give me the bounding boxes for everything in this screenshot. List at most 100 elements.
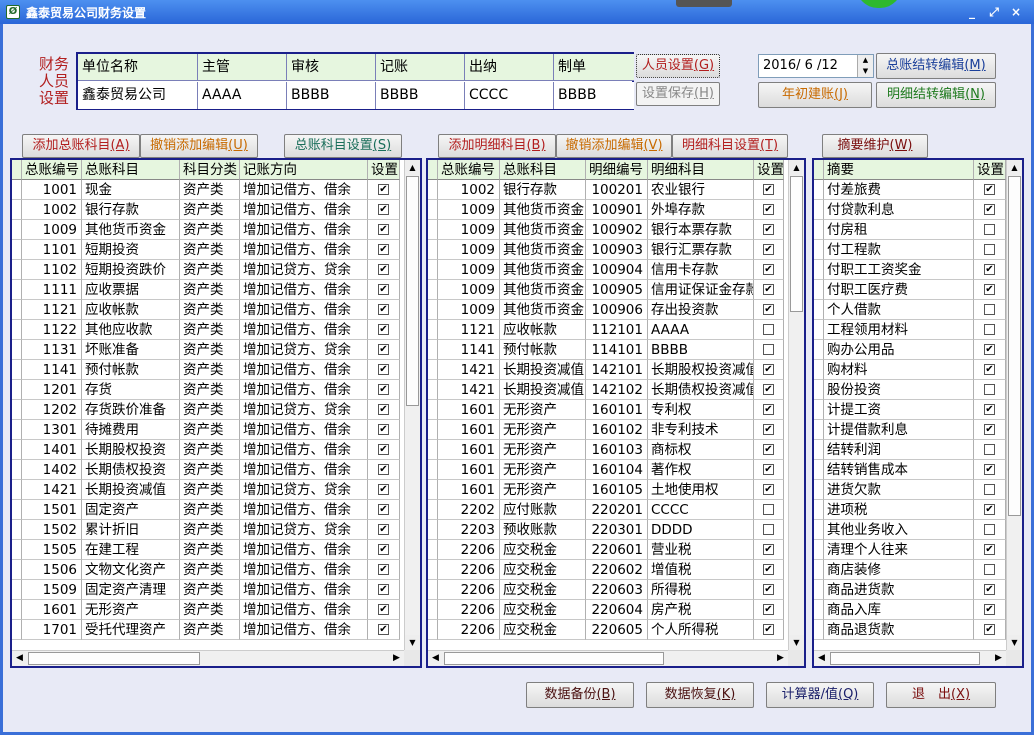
undo-detail-add-button[interactable]: 撤销添加编辑(V)	[556, 134, 672, 158]
detail-carry-edit-button[interactable]: 明细结转编辑(N)	[876, 82, 996, 108]
detail-row-selector[interactable]	[428, 500, 438, 520]
summary-text[interactable]: 计提工资	[824, 400, 974, 420]
summary-row-selector[interactable]	[814, 380, 824, 400]
checkbox[interactable]: ✔	[984, 183, 995, 195]
summary-row-selector[interactable]	[814, 620, 824, 640]
ledger-account[interactable]: 长期债权投资	[82, 460, 180, 480]
ledger-row-selector[interactable]	[12, 380, 22, 400]
detail-detail-account[interactable]: 长期股权投资减值	[648, 360, 754, 380]
summary-text[interactable]: 个人借款	[824, 300, 974, 320]
ledger-row-selector[interactable]	[12, 260, 22, 280]
checkbox[interactable]: ✔	[763, 583, 774, 595]
ledger-category[interactable]: 资产类	[180, 340, 240, 360]
detail-ledger-code[interactable]: 1601	[438, 480, 500, 500]
checkbox[interactable]: ✔	[378, 283, 389, 295]
ledger-category[interactable]: 资产类	[180, 540, 240, 560]
detail-row-selector[interactable]	[428, 480, 438, 500]
date-spinner[interactable]: ▲ ▼	[857, 55, 873, 77]
detail-ledger-account[interactable]: 其他货币资金	[500, 220, 586, 240]
ledger-category[interactable]: 资产类	[180, 320, 240, 340]
ledger-row[interactable]: 1122 其他应收款 资产类 增加记借方、借余 ✔	[12, 320, 420, 340]
ledger-setting-checkbox[interactable]: ✔	[368, 600, 400, 620]
ledger-row[interactable]: 1505 在建工程 资产类 增加记借方、借余 ✔	[12, 540, 420, 560]
ledger-row-selector[interactable]	[12, 200, 22, 220]
checkbox[interactable]: ✔	[378, 183, 389, 195]
ledger-setup-button[interactable]: 总账科目设置(S)	[284, 134, 402, 158]
summary-row-selector[interactable]	[814, 440, 824, 460]
ledger-setting-checkbox[interactable]: ✔	[368, 580, 400, 600]
checkbox[interactable]: ✔	[984, 503, 995, 515]
detail-detail-code[interactable]: 100904	[586, 260, 648, 280]
ledger-setting-checkbox[interactable]: ✔	[368, 180, 400, 200]
ledger-code[interactable]: 1502	[22, 520, 82, 540]
summary-row-selector[interactable]	[814, 560, 824, 580]
ledger-code[interactable]: 1101	[22, 240, 82, 260]
checkbox[interactable]: ✔	[763, 403, 774, 415]
ledger-setting-checkbox[interactable]: ✔	[368, 360, 400, 380]
detail-detail-account[interactable]: 商标权	[648, 440, 754, 460]
ledger-direction[interactable]: 增加记借方、借余	[240, 500, 368, 520]
add-ledger-account-button[interactable]: 添加总账科目(A)	[22, 134, 140, 158]
detail-detail-account[interactable]: 信用证保证金存款	[648, 280, 754, 300]
summary-row-selector[interactable]	[814, 200, 824, 220]
ledger-row[interactable]: 1201 存货 资产类 增加记借方、借余 ✔	[12, 380, 420, 400]
ledger-category[interactable]: 资产类	[180, 380, 240, 400]
detail-row[interactable]: 1601 无形资产 160103 商标权 ✔	[428, 440, 804, 460]
detail-row-selector[interactable]	[428, 580, 438, 600]
checkbox[interactable]: ✔	[984, 603, 995, 615]
scroll-down-arrow-icon[interactable]: ▼	[405, 635, 420, 650]
detail-row-selector[interactable]	[428, 260, 438, 280]
checkbox[interactable]: ✔	[984, 343, 995, 355]
summary-setting-checkbox[interactable]	[974, 520, 1006, 540]
summary-text[interactable]: 付工程款	[824, 240, 974, 260]
ledger-setting-checkbox[interactable]: ✔	[368, 320, 400, 340]
staff-value-bookkeeper[interactable]: BBBB	[376, 82, 465, 109]
checkbox[interactable]: ✔	[378, 483, 389, 495]
summary-text[interactable]: 工程领用材料	[824, 320, 974, 340]
detail-ledger-account[interactable]: 无形资产	[500, 420, 586, 440]
summary-row[interactable]: 商品退货款 ✔	[814, 620, 1022, 640]
detail-ledger-code[interactable]: 1121	[438, 320, 500, 340]
detail-setting-checkbox[interactable]: ✔	[754, 360, 784, 380]
scroll-down-arrow-icon[interactable]: ▼	[789, 635, 804, 650]
ledger-row-selector[interactable]	[12, 500, 22, 520]
ledger-row-selector[interactable]	[12, 540, 22, 560]
detail-detail-code[interactable]: 220604	[586, 600, 648, 620]
summary-setting-checkbox[interactable]	[974, 240, 1006, 260]
detail-row[interactable]: 1601 无形资产 160105 土地使用权 ✔	[428, 480, 804, 500]
ledger-category[interactable]: 资产类	[180, 240, 240, 260]
ledger-direction[interactable]: 增加记借方、借余	[240, 440, 368, 460]
checkbox[interactable]	[984, 383, 995, 395]
detail-detail-account[interactable]: 长期债权投资减值	[648, 380, 754, 400]
scroll-right-arrow-icon[interactable]: ▶	[773, 651, 788, 666]
checkbox[interactable]: ✔	[378, 563, 389, 575]
checkbox[interactable]: ✔	[984, 583, 995, 595]
checkbox[interactable]	[763, 503, 774, 515]
detail-setting-checkbox[interactable]: ✔	[754, 620, 784, 640]
ledger-direction[interactable]: 增加记借方、借余	[240, 600, 368, 620]
ledger-code[interactable]: 1102	[22, 260, 82, 280]
ledger-row-selector[interactable]	[12, 280, 22, 300]
detail-detail-account[interactable]: 农业银行	[648, 180, 754, 200]
checkbox[interactable]: ✔	[378, 363, 389, 375]
ledger-direction[interactable]: 增加记借方、借余	[240, 180, 368, 200]
staff-value-preparer[interactable]: BBBB	[554, 82, 634, 109]
detail-row[interactable]: 1009 其他货币资金 100901 外埠存款 ✔	[428, 200, 804, 220]
ledger-category[interactable]: 资产类	[180, 260, 240, 280]
ledger-row-selector[interactable]	[12, 620, 22, 640]
ledger-code[interactable]: 1505	[22, 540, 82, 560]
detail-ledger-code[interactable]: 1421	[438, 360, 500, 380]
detail-detail-code[interactable]: 160101	[586, 400, 648, 420]
detail-row[interactable]: 2206 应交税金 220602 增值税 ✔	[428, 560, 804, 580]
calculator-button[interactable]: 计算器/值(Q)	[766, 682, 874, 708]
ledger-direction[interactable]: 增加记借方、借余	[240, 300, 368, 320]
detail-row[interactable]: 1121 应收帐款 112101 AAAA	[428, 320, 804, 340]
detail-ledger-code[interactable]: 1009	[438, 240, 500, 260]
scroll-left-arrow-icon[interactable]: ◀	[814, 651, 829, 666]
checkbox[interactable]: ✔	[378, 503, 389, 515]
detail-ledger-code[interactable]: 2206	[438, 580, 500, 600]
ledger-direction[interactable]: 增加记借方、借余	[240, 200, 368, 220]
ledger-row[interactable]: 1502 累计折旧 资产类 增加记贷方、贷余 ✔	[12, 520, 420, 540]
detail-detail-account[interactable]: DDDD	[648, 520, 754, 540]
scroll-up-arrow-icon[interactable]: ▲	[1007, 160, 1022, 175]
